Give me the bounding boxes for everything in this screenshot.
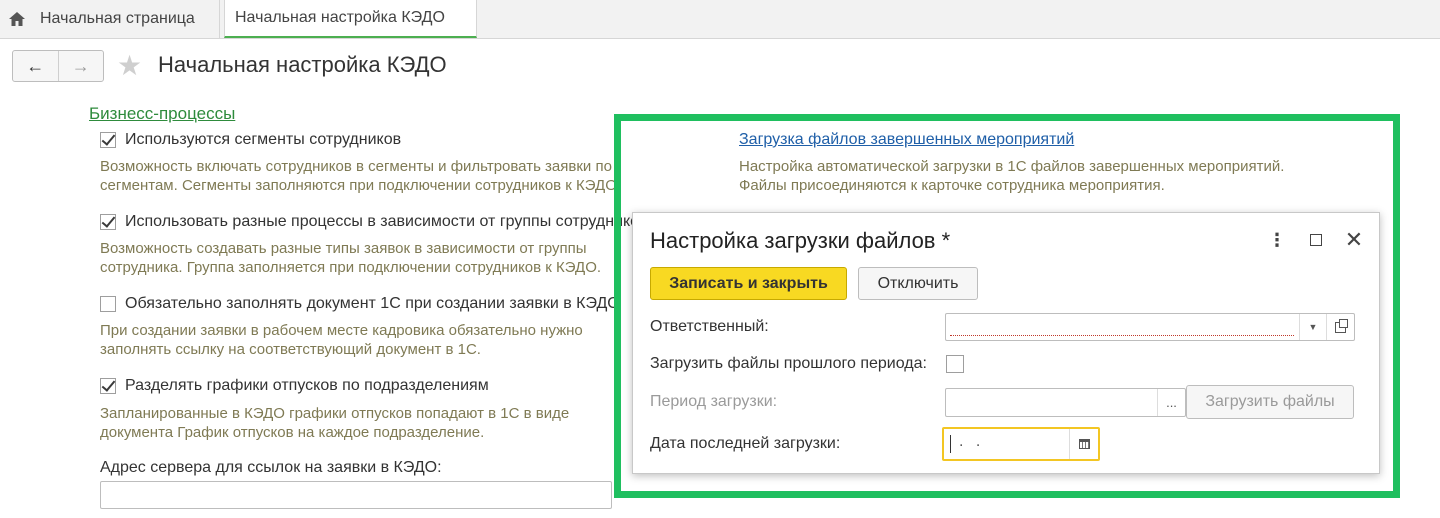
tab-kedo-setup-label: Начальная настройка КЭДО (235, 9, 445, 26)
files-upload-link[interactable]: Загрузка файлов завершенных мероприятий (739, 131, 1074, 149)
description-line: Настройка автоматической загрузки в 1С ф… (739, 158, 1285, 175)
last-upload-date-field[interactable]: . . (942, 427, 1100, 461)
responsible-field[interactable]: ▼ (945, 313, 1355, 341)
option-label: Обязательно заполнять документ 1С при со… (125, 295, 620, 312)
disable-button[interactable]: Отключить (858, 267, 978, 300)
tab-home[interactable]: Начальная страница (0, 0, 220, 38)
description-line: заполнять ссылку на соответствующий доку… (100, 341, 481, 358)
option-split-vacation-schedules[interactable]: Разделять графики отпусков по подразделе… (100, 377, 489, 395)
tab-bar: Начальная страница Начальная настройка К… (0, 0, 1440, 39)
files-upload-description: Настройка автоматической загрузки в 1С ф… (739, 157, 1284, 195)
back-arrow-icon: ← (26, 55, 45, 76)
save-and-close-button[interactable]: Записать и закрыть (650, 267, 847, 300)
date-value: . . (959, 433, 985, 450)
description-line: документа График отпусков на каждое подр… (100, 424, 485, 441)
option-require-1c-document[interactable]: Обязательно заполнять документ 1С при со… (100, 295, 620, 313)
description-line: Возможность создавать разные типы заявок… (100, 240, 587, 257)
prev-period-label: Загрузить файлы прошлого периода: (650, 355, 927, 372)
description-line: сегментам. Сегменты заполняются при подк… (100, 177, 622, 194)
option-label: Разделять графики отпусков по подразделе… (125, 377, 489, 394)
option-group-processes[interactable]: Использовать разные процессы в зависимос… (100, 213, 648, 231)
home-icon (9, 12, 25, 26)
favorite-star-icon[interactable]: ★ (117, 51, 142, 81)
last-upload-date-label: Дата последней загрузки: (650, 435, 841, 452)
option-description: Возможность создавать разные типы заявок… (100, 239, 700, 277)
back-button[interactable]: ← (13, 51, 58, 81)
description-line: При создании заявки в рабочем месте кадр… (100, 322, 583, 339)
maximize-icon[interactable] (1306, 229, 1326, 251)
prev-period-checkbox[interactable] (946, 355, 964, 373)
server-address-input[interactable] (100, 481, 612, 509)
option-description: Возможность включать сотрудников в сегме… (100, 157, 700, 195)
description-line: Запланированные в КЭДО графики отпусков … (100, 405, 570, 422)
option-description: Запланированные в КЭДО графики отпусков … (100, 404, 700, 442)
option-description: При создании заявки в рабочем месте кадр… (100, 321, 700, 359)
option-label: Использовать разные процессы в зависимос… (125, 213, 648, 230)
option-label: Используются сегменты сотрудников (125, 131, 402, 148)
load-files-button[interactable]: Загрузить файлы (1186, 385, 1354, 419)
upload-period-field[interactable]: ... (945, 388, 1186, 417)
description-line: Возможность включать сотрудников в сегме… (100, 158, 612, 175)
tab-home-label: Начальная страница (40, 10, 195, 27)
more-actions-icon[interactable]: ⋮ (1267, 229, 1287, 251)
split-vacation-checkbox[interactable] (100, 378, 116, 394)
forward-button[interactable]: → (57, 51, 104, 81)
required-underline (950, 335, 1294, 336)
employee-segments-checkbox[interactable] (100, 132, 116, 148)
upload-period-label: Период загрузки: (650, 393, 778, 410)
responsible-label: Ответственный: (650, 318, 769, 335)
group-processes-checkbox[interactable] (100, 214, 116, 230)
open-icon[interactable] (1326, 314, 1354, 340)
dropdown-arrow-icon[interactable]: ▼ (1299, 314, 1326, 340)
description-line: Файлы присоединяются к карточке сотрудни… (739, 177, 1165, 194)
section-title-business-processes[interactable]: Бизнесс-процессы (89, 104, 235, 124)
calendar-icon[interactable] (1069, 429, 1098, 459)
page-title: Начальная настройка КЭДО (158, 52, 447, 77)
select-period-icon[interactable]: ... (1157, 389, 1185, 416)
tab-kedo-setup[interactable]: Начальная настройка КЭДО (224, 0, 477, 38)
dialog-title: Настройка загрузки файлов * (650, 228, 951, 253)
text-cursor (950, 435, 951, 453)
close-icon[interactable]: ✕ (1344, 229, 1364, 251)
forward-arrow-icon: → (71, 55, 90, 76)
option-employee-segments[interactable]: Используются сегменты сотрудников (100, 131, 401, 149)
navigation-buttons: ← → (12, 50, 104, 82)
description-line: сотрудника. Группа заполняется при подкл… (100, 259, 602, 276)
file-upload-settings-dialog: Настройка загрузки файлов * ⋮ ✕ Записать… (632, 212, 1380, 474)
server-address-label: Адрес сервера для ссылок на заявки в КЭД… (100, 459, 442, 476)
require-1c-document-checkbox[interactable] (100, 296, 116, 312)
